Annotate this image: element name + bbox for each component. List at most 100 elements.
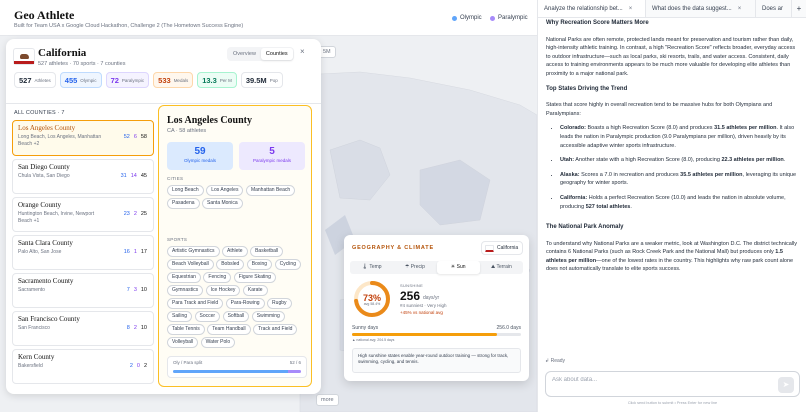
bullet-lead: Utah: [560, 157, 575, 164]
sport-chip[interactable]: Team Handball [207, 324, 251, 335]
view-toggle: Overview Counties [227, 47, 294, 61]
legend-label: Paralympic [498, 15, 528, 21]
sport-chip[interactable]: Sailing [167, 311, 193, 322]
sport-chip[interactable]: Figure Skating [233, 272, 276, 283]
city-chip[interactable]: Santa Monica [202, 198, 243, 209]
geo-state-badge: California [481, 241, 523, 255]
city-chip[interactable]: Pasadena [167, 198, 200, 209]
chat-bullet: Colorado: Boasts a high Recreation Score… [560, 124, 801, 150]
stat-label: Paralympic [121, 77, 145, 83]
total-count: 2 [143, 363, 147, 369]
olympic-count: 8 [126, 325, 130, 331]
tab-sun[interactable]: ☀ Sun [436, 261, 480, 274]
app-subtitle: Built for Team USA x Google Cloud Hackat… [14, 23, 244, 29]
chat-tab-2[interactable]: What does the data suggest... × [646, 0, 756, 17]
chat-input[interactable] [552, 377, 752, 383]
county-cities: Huntington Beach, Irvine, Newport Beach … [18, 211, 95, 224]
county-name: Sacramento County [18, 277, 74, 285]
tab-label: Temp [369, 264, 382, 270]
chat-panel: Why Recreation Score Matters More Nation… [537, 0, 806, 412]
tab-overview[interactable]: Overview [228, 48, 261, 60]
sport-chip[interactable]: Table Tennis [167, 324, 205, 335]
tab-counties[interactable]: Counties [260, 48, 293, 60]
sport-chip[interactable]: Soccer [194, 311, 221, 322]
sport-chip[interactable]: Softball [222, 311, 250, 322]
close-icon[interactable]: × [629, 6, 633, 12]
chat-messages[interactable]: Why Recreation Score Matters More Nation… [546, 14, 801, 354]
county-card-santa-clara[interactable]: Santa Clara County Palo Alto, San Jose 1… [12, 235, 154, 270]
divider [6, 103, 321, 104]
chat-tabs: Analyze the relationship bet... × What do… [538, 0, 806, 18]
sport-chip[interactable]: Artistic Gymnastics [167, 246, 220, 257]
send-button[interactable]: ➤ [778, 377, 794, 393]
olympic-count: 31 [120, 173, 127, 179]
chat-bullet: Utah: Another state with a high Recreati… [560, 156, 801, 165]
sport-chip[interactable]: Swimming [251, 311, 285, 322]
county-card-orange[interactable]: Orange County Huntington Beach, Irvine, … [12, 197, 154, 232]
sport-chip[interactable]: Cycling [274, 259, 301, 270]
para-text: To understand why National Parks are a w… [546, 240, 797, 256]
split-track [173, 370, 301, 373]
city-chip[interactable]: Los Angeles [206, 185, 244, 196]
sunshine-vs-national: +45% vs national avg [400, 310, 443, 315]
national-avg: ▲ national avg: 204.5 days [352, 338, 395, 342]
chat-bullets: Colorado: Boasts a high Recreation Score… [560, 124, 801, 211]
total-count: 17 [140, 249, 147, 255]
paralympic-medals-value: 5 [269, 146, 275, 157]
sport-chip[interactable]: Beach Volleyball [167, 259, 214, 270]
county-card-los-angeles[interactable]: Los Angeles County Long Beach, Los Angel… [12, 120, 154, 156]
sport-chip[interactable]: Rugby [267, 298, 292, 309]
sport-chip[interactable]: Track and Field [253, 324, 298, 335]
olympic-count: 2 [129, 363, 133, 369]
county-card-san-diego[interactable]: San Diego County Chula Vista, San Diego … [12, 159, 154, 194]
bullet-text: Another state with a high Recreation Sco… [574, 157, 722, 164]
new-tab-button[interactable]: + [792, 0, 806, 17]
sport-chip[interactable]: Ice Hockey [205, 285, 241, 296]
sport-chip[interactable]: Karate [242, 285, 268, 296]
bullet-tail: . [783, 157, 786, 164]
close-icon[interactable]: × [738, 6, 742, 12]
stat-per-million: 13.3 Per M [197, 72, 237, 88]
map-more-chip[interactable]: more [316, 394, 339, 406]
sport-chip[interactable]: Basketball [250, 246, 284, 257]
county-counts: 8 2 10 [127, 325, 147, 331]
para-count: 3 [133, 287, 137, 293]
sport-chip[interactable]: Athlete [222, 246, 248, 257]
chat-tab-1[interactable]: Analyze the relationship bet... × [538, 0, 646, 17]
stat-athletes: 527 Athletes [14, 72, 56, 88]
olympic-medals-label: Olympic medals [183, 158, 216, 163]
sport-chip[interactable]: Bobsled [216, 259, 245, 270]
city-chip[interactable]: Manhattan Beach [245, 185, 296, 196]
county-name: Santa Clara County [18, 239, 73, 247]
county-card-sacramento[interactable]: Sacramento County Sacramento 7 3 10 [12, 273, 154, 308]
sunny-days-label: Sunny days [352, 325, 379, 331]
sport-chip[interactable]: Boxing [246, 259, 273, 270]
sport-chip[interactable]: Gymnastics [167, 285, 204, 296]
sunshine-days: 256 [400, 289, 421, 303]
chat-bullet: Alaska: Scores a 7.0 in recreation and p… [560, 171, 801, 188]
close-icon[interactable]: × [300, 47, 305, 56]
sport-chip[interactable]: Water Polo [200, 337, 236, 348]
total-count: 58 [140, 134, 147, 140]
tab-terrain[interactable]: ⛰ Terrain [480, 261, 523, 274]
sport-chip[interactable]: Para Track and Field [167, 298, 224, 309]
tab-precip[interactable]: ☂ Precip [393, 261, 436, 274]
tab-temp[interactable]: 🌡 Temp [350, 261, 393, 274]
sport-chip[interactable]: Volleyball [167, 337, 199, 348]
bullet-lead: California: [560, 194, 588, 201]
sport-chip[interactable]: Para-Rowing [225, 298, 265, 309]
chat-tab-3[interactable]: Does ar [756, 0, 792, 17]
para-count: 1 [133, 249, 137, 255]
chat-input-box[interactable]: ➤ [545, 371, 800, 397]
stat-label: Athletes [34, 77, 51, 83]
city-chip[interactable]: Long Beach [167, 185, 204, 196]
sunshine-label: SUNSHINE [400, 283, 424, 288]
sport-chip[interactable]: Equestrian [167, 272, 201, 283]
sunny-days-value: 256.0 days [496, 325, 521, 331]
sport-chip[interactable]: Fencing [203, 272, 232, 283]
sunny-days-bar [352, 333, 521, 336]
county-card-kern[interactable]: Kern County Bakersfield 202 [12, 349, 154, 384]
bullet-bold: 527 total athletes [585, 203, 631, 210]
tab-label: Analyze the relationship bet... [544, 6, 623, 12]
county-card-san-francisco[interactable]: San Francisco County San Francisco 8 2 10 [12, 311, 154, 346]
